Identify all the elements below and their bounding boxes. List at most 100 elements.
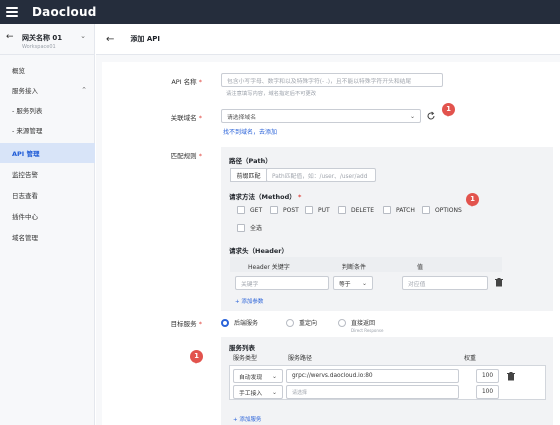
checkbox[interactable] — [237, 206, 245, 214]
method-checkbox-delete[interactable]: DELETE — [338, 206, 374, 214]
menu-icon[interactable] — [6, 7, 18, 17]
method-checkbox-options[interactable]: OPTIONS — [422, 206, 462, 214]
path-input[interactable]: Path匹配值，如：/user、/user/add — [266, 168, 376, 182]
chevron-down-icon: ⌄ — [361, 279, 367, 287]
back-arrow-icon[interactable]: ← — [106, 34, 114, 45]
header-title: 请求头（Header） — [229, 247, 289, 255]
header-condition-select[interactable]: 等于 ⌄ — [333, 276, 373, 290]
service-col-type: 服务类型 — [233, 355, 258, 362]
service-weight-input[interactable]: 100 — [476, 385, 499, 399]
select-all-checkbox[interactable]: 全选 — [237, 223, 262, 232]
workspace-name: 网关名称 01 — [22, 34, 63, 42]
annotation-badge: 1 — [466, 193, 479, 207]
radio-label: 直接返回 — [351, 320, 376, 327]
radio-dot[interactable] — [221, 318, 229, 327]
service-type-select[interactable]: 自动发现 ⌄ — [233, 369, 283, 383]
radio-dot[interactable] — [338, 318, 346, 327]
service-list-title: 服务列表 — [229, 344, 255, 352]
trash-icon[interactable] — [495, 278, 503, 287]
radio-label: 后端服务 — [234, 320, 259, 327]
sidebar-item-monitoring[interactable]: 监控告警 — [0, 164, 95, 184]
domain-label-text: 关联域名 — [170, 114, 197, 122]
trash-icon[interactable] — [507, 372, 515, 381]
sidebar-item-label: API 管理 — [12, 150, 40, 158]
workspace-sub: Workspace01 — [22, 44, 56, 50]
checkbox[interactable] — [338, 206, 346, 214]
chevron-down-icon: ⌄ — [271, 372, 277, 380]
annotation-badge: 1 — [442, 103, 455, 117]
sidebar: ← 网关名称 01 Workspace01 ⌄ 概览 服务接入 ⌃ - 服务列表 … — [0, 24, 95, 425]
select-all-label: 全选 — [250, 225, 263, 232]
header-col-condition: 判断条件 — [342, 264, 367, 271]
path-match-type[interactable]: 前缀匹配 — [230, 168, 267, 182]
refresh-icon[interactable] — [426, 111, 436, 121]
content-area: API 名称 * 包含小写字母、数字和以及特殊字符(- .)，且不能以特殊字符开… — [96, 55, 560, 425]
api-name-label-text: API 名称 — [171, 78, 197, 86]
sidebar-item-domains[interactable]: 域名管理 — [0, 227, 95, 247]
chevron-down-icon: ⌄ — [409, 112, 415, 120]
sidebar-item-overview[interactable]: 概览 — [0, 60, 95, 80]
direct-response-sub: Direct Response — [351, 328, 384, 333]
annotation-badge: 1 — [190, 350, 203, 364]
api-name-input[interactable]: 包含小写字母、数字和以及特殊字符(- .)，且不能以特殊字符开头和结尾 — [221, 73, 443, 87]
chevron-down-icon[interactable]: ⌄ — [80, 32, 86, 40]
service-type-select[interactable]: 手工接入 ⌄ — [233, 385, 283, 399]
method-title-text: 请求方法（Method） — [229, 193, 296, 201]
service-path-input[interactable]: grpc://wervs.daocloud.io:80 — [286, 369, 459, 383]
page-title: 添加 API — [130, 35, 160, 43]
checkbox[interactable] — [383, 206, 391, 214]
add-domain-link[interactable]: 找不到域名，去添加 — [223, 127, 277, 136]
radio-redirect[interactable]: 重定向 — [286, 318, 317, 327]
chevron-up-icon: ⌃ — [81, 86, 87, 94]
domain-select-placeholder: 请选择域名 — [227, 114, 256, 121]
method-checkbox-put[interactable]: PUT — [305, 206, 330, 214]
service-path-select[interactable]: 请选择 — [286, 385, 459, 399]
header-value-input[interactable]: 对应值 — [402, 276, 488, 290]
domain-label: 关联域名 * — [170, 114, 202, 122]
sidebar-item-service-list[interactable]: - 服务列表 — [0, 100, 95, 120]
header-key-input[interactable]: 关键字 — [235, 276, 329, 290]
sidebar-item-source-management[interactable]: - 来源管理 — [0, 120, 95, 140]
service-col-path: 服务路径 — [288, 355, 313, 362]
target-service-label: 目标服务 * — [170, 320, 202, 328]
sidebar-item-label: 日志查看 — [12, 192, 38, 200]
sidebar-item-logs[interactable]: 日志查看 — [0, 185, 95, 205]
checkbox[interactable] — [305, 206, 313, 214]
service-col-weight: 权重 — [464, 355, 477, 362]
checkbox[interactable] — [237, 223, 245, 232]
radio-direct-response[interactable]: 直接返回 — [338, 318, 375, 327]
sidebar-item-label: - 来源管理 — [12, 127, 43, 135]
checkbox[interactable] — [422, 206, 430, 214]
sidebar-item-label: 监控告警 — [12, 171, 38, 179]
radio-label: 重定向 — [299, 320, 318, 327]
method-title: 请求方法（Method） * — [229, 193, 302, 201]
page-header: ← 添加 API — [96, 24, 560, 55]
domain-select[interactable]: 请选择域名 ⌄ — [221, 109, 421, 123]
radio-backend-service[interactable]: 后端服务 — [221, 318, 258, 327]
method-checkbox-post[interactable]: POST — [270, 206, 299, 214]
service-type-value: 手工接入 — [239, 390, 263, 397]
header-col-value: 值 — [417, 264, 424, 271]
method-checkbox-patch[interactable]: PATCH — [383, 206, 415, 214]
service-weight-input[interactable]: 100 — [476, 369, 499, 383]
method-checkbox-get[interactable]: GET — [237, 206, 262, 214]
checkbox[interactable] — [270, 206, 278, 214]
match-rules-label: 匹配规则 * — [170, 152, 202, 160]
method-label: DELETE — [351, 206, 375, 214]
method-label: PATCH — [396, 206, 415, 214]
sidebar-item-api-management[interactable]: API 管理 — [0, 143, 95, 163]
api-name-label: API 名称 * — [171, 78, 202, 86]
add-service-link[interactable]: + 添加服务 — [233, 415, 261, 423]
form-card: API 名称 * 包含小写字母、数字和以及特殊字符(- .)，且不能以特殊字符开… — [102, 62, 560, 425]
header-col-key: Header 关键字 — [248, 264, 290, 271]
back-arrow-icon[interactable]: ← — [6, 32, 14, 42]
match-rules-label-text: 匹配规则 — [170, 152, 197, 160]
sidebar-item-plugins[interactable]: 插件中心 — [0, 206, 95, 226]
sidebar-item-service-access[interactable]: 服务接入 ⌃ — [0, 80, 95, 100]
sidebar-item-label: 插件中心 — [12, 213, 38, 221]
method-label: GET — [250, 206, 263, 214]
add-param-link[interactable]: + 添加参数 — [235, 297, 263, 305]
workspace-switcher[interactable]: ← 网关名称 01 Workspace01 ⌄ — [0, 24, 94, 55]
target-service-label-text: 目标服务 — [170, 320, 197, 328]
radio-dot[interactable] — [286, 318, 294, 327]
